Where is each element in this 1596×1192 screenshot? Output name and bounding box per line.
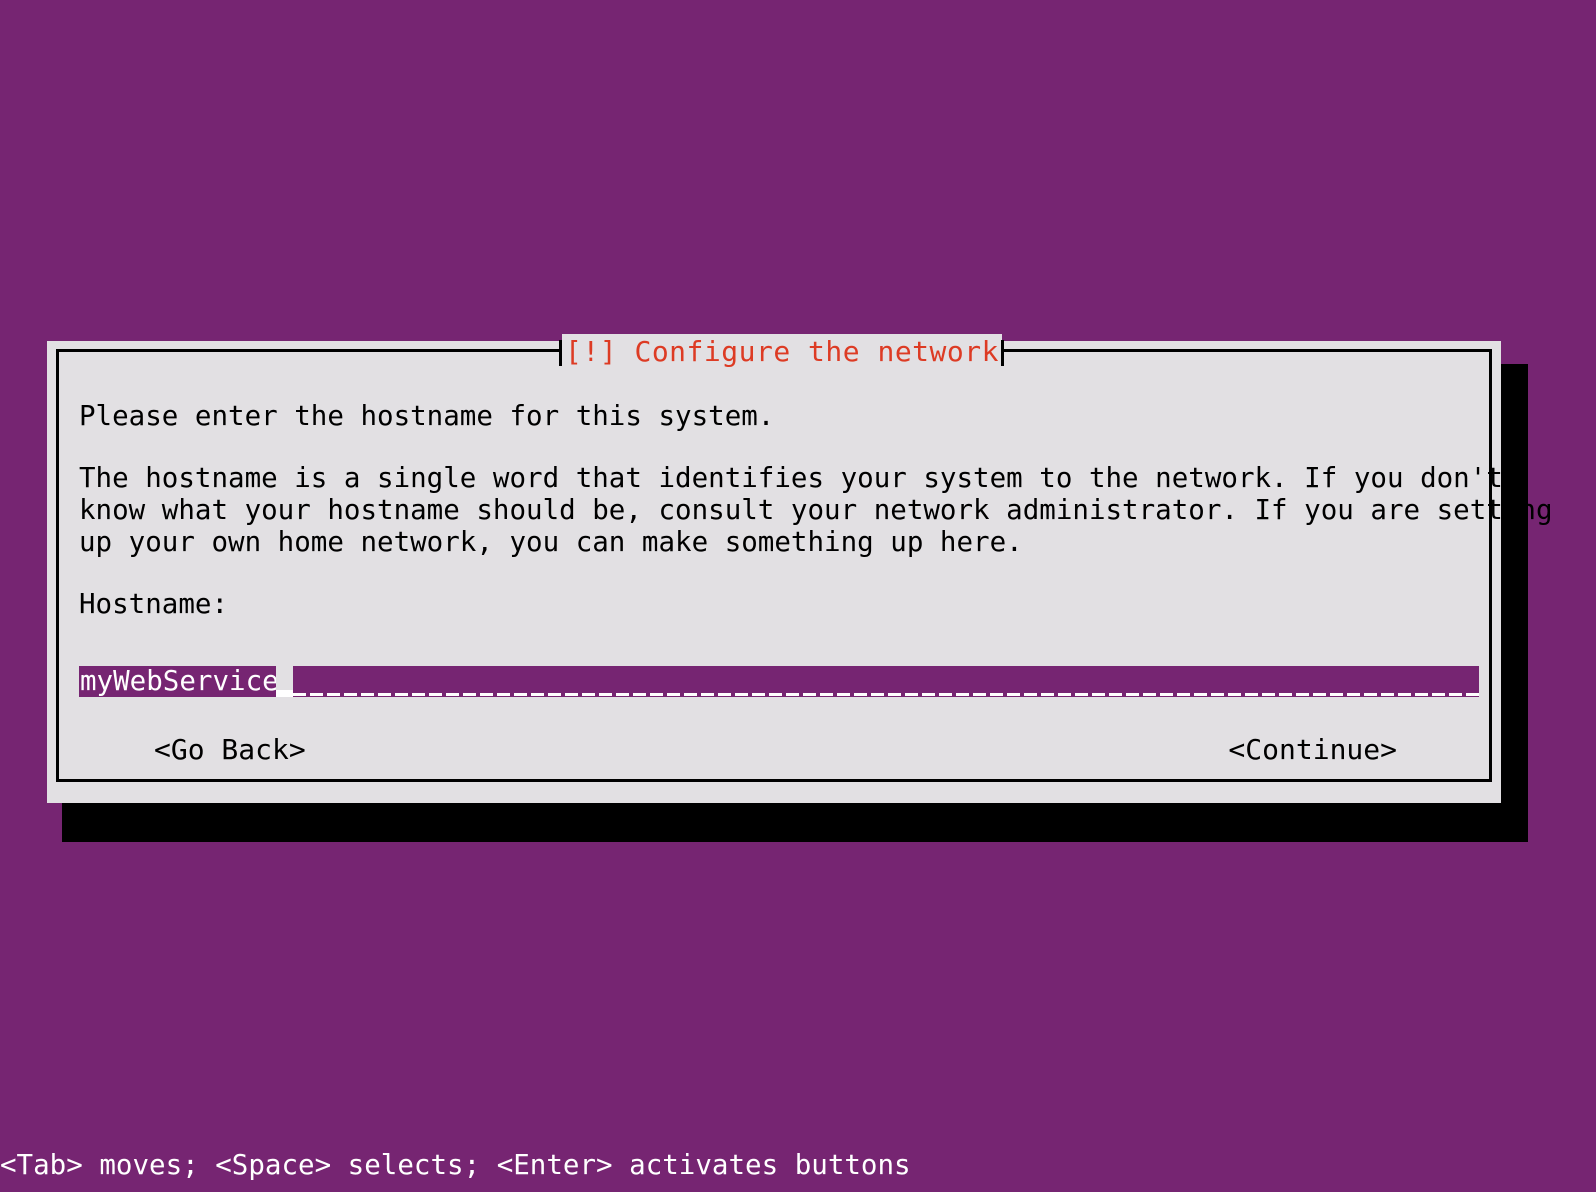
intro-paragraph: Please enter the hostname for this syste…	[79, 400, 775, 432]
text-cursor-underline	[276, 690, 293, 697]
dialog-button-row: <Go Back> <Continue>	[79, 730, 1469, 770]
hostname-input[interactable]: myWebService	[79, 666, 1479, 700]
keyboard-hint-statusbar: <Tab> moves; <Space> selects; <Enter> ac…	[0, 1149, 911, 1181]
hostname-label: Hostname:	[79, 588, 229, 620]
dialog-title: [!] Configure the network	[562, 334, 1002, 370]
go-back-button[interactable]: <Go Back>	[154, 730, 306, 770]
dialog-inner-frame: [!] Configure the network Please enter t…	[56, 334, 1553, 782]
title-rule-right	[1004, 349, 1489, 352]
configure-network-dialog: [!] Configure the network Please enter t…	[47, 334, 1553, 803]
description-line-3: up your own home network, you can make s…	[79, 526, 1023, 558]
title-rule-left	[59, 349, 559, 352]
continue-button[interactable]: <Continue>	[1228, 730, 1397, 770]
hostname-input-underline	[293, 693, 1479, 696]
title-tick-right	[1001, 340, 1004, 366]
dialog-content: Please enter the hostname for this syste…	[79, 400, 1553, 779]
installer-screen: [!] Configure the network Please enter t…	[0, 0, 1596, 1192]
hostname-input-value[interactable]: myWebService	[79, 666, 280, 697]
hostname-input-remainder[interactable]	[293, 666, 1479, 697]
description-line-1: The hostname is a single word that ident…	[79, 462, 1503, 494]
description-line-2: know what your hostname should be, consu…	[79, 494, 1553, 526]
